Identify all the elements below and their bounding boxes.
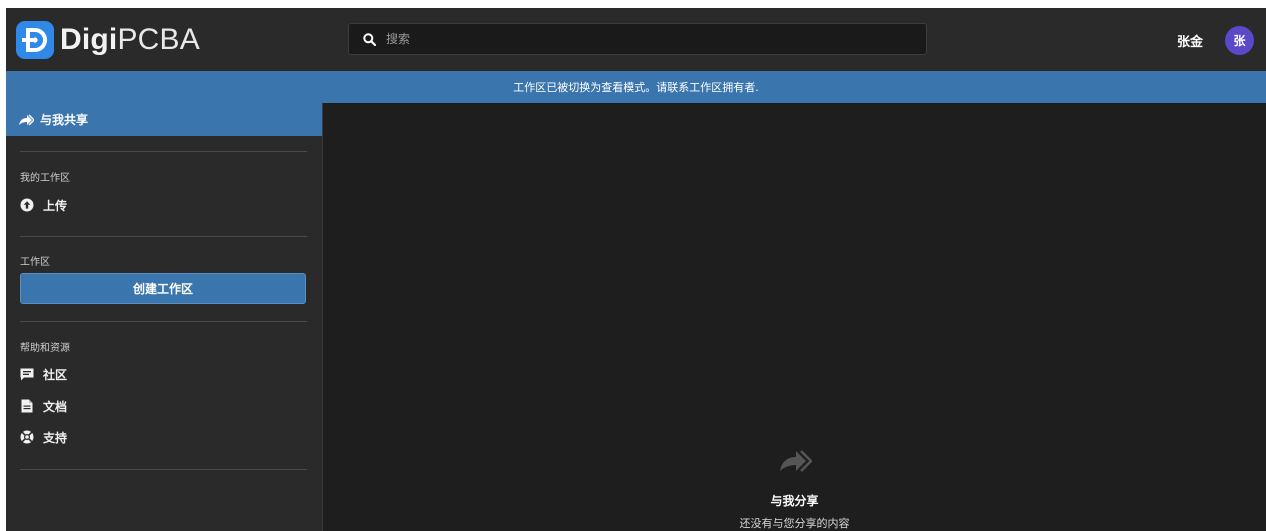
empty-state-title: 与我分享 xyxy=(770,494,819,508)
create-workspace-button[interactable]: 创建工作区 xyxy=(20,273,306,304)
sidebar-item-community[interactable]: 社区 xyxy=(20,364,67,384)
share-arrow-icon xyxy=(19,114,34,125)
main-content: 与我分享 还没有与您分享的内容 xyxy=(323,103,1266,531)
sidebar-divider xyxy=(20,321,307,322)
search-box[interactable] xyxy=(348,23,927,55)
sidebar-divider xyxy=(20,469,307,470)
upload-icon xyxy=(20,198,34,212)
banner-text: 工作区已被切换为查看模式。请联系工作区拥有者. xyxy=(513,81,759,94)
sidebar-item-upload[interactable]: 上传 xyxy=(20,195,67,215)
sidebar-item-shared-with-me[interactable]: 与我共享 xyxy=(6,103,322,136)
logo[interactable]: DigiPCBA xyxy=(16,21,200,59)
sidebar-item-support[interactable]: 支持 xyxy=(20,427,67,447)
logo-text: DigiPCBA xyxy=(60,23,200,57)
search-icon xyxy=(363,32,376,46)
user-name[interactable]: 张金 xyxy=(1177,31,1203,50)
lifebuoy-icon xyxy=(20,430,34,444)
avatar[interactable]: 张 xyxy=(1225,26,1254,55)
app-window: DigiPCBA 张金 张 工作区已被切换为查看模式。请联系工作区拥有者. 与我… xyxy=(6,8,1266,531)
sidebar-item-label: 文档 xyxy=(43,399,68,414)
document-icon xyxy=(20,399,34,413)
empty-state-subtitle: 还没有与您分享的内容 xyxy=(739,517,850,530)
sidebar-item-label: 支持 xyxy=(43,430,68,445)
sidebar-divider xyxy=(20,236,307,237)
view-mode-banner: 工作区已被切换为查看模式。请联系工作区拥有者. xyxy=(6,71,1266,103)
search-input[interactable] xyxy=(386,32,906,46)
top-header: DigiPCBA 张金 张 xyxy=(6,8,1266,71)
sidebar-divider xyxy=(20,151,307,152)
logo-text-bold: Digi xyxy=(60,23,118,56)
share-arrow-icon xyxy=(780,450,812,472)
sidebar-item-docs[interactable]: 文档 xyxy=(20,396,67,416)
sidebar: 与我共享 我的工作区 上传 工作区 创建工作区 帮助和资源 社区 文档 支持 xyxy=(6,103,323,531)
chat-icon xyxy=(20,367,34,381)
sidebar-item-label: 与我共享 xyxy=(40,113,89,127)
section-title-help: 帮助和资源 xyxy=(20,343,70,354)
section-title-workspaces: 工作区 xyxy=(20,257,50,268)
sidebar-item-label: 上传 xyxy=(43,198,68,213)
section-title-my-workspace: 我的工作区 xyxy=(20,173,70,184)
sidebar-item-label: 社区 xyxy=(43,367,68,382)
logo-text-rest: PCBA xyxy=(117,23,200,56)
logo-mark-icon xyxy=(16,21,54,59)
